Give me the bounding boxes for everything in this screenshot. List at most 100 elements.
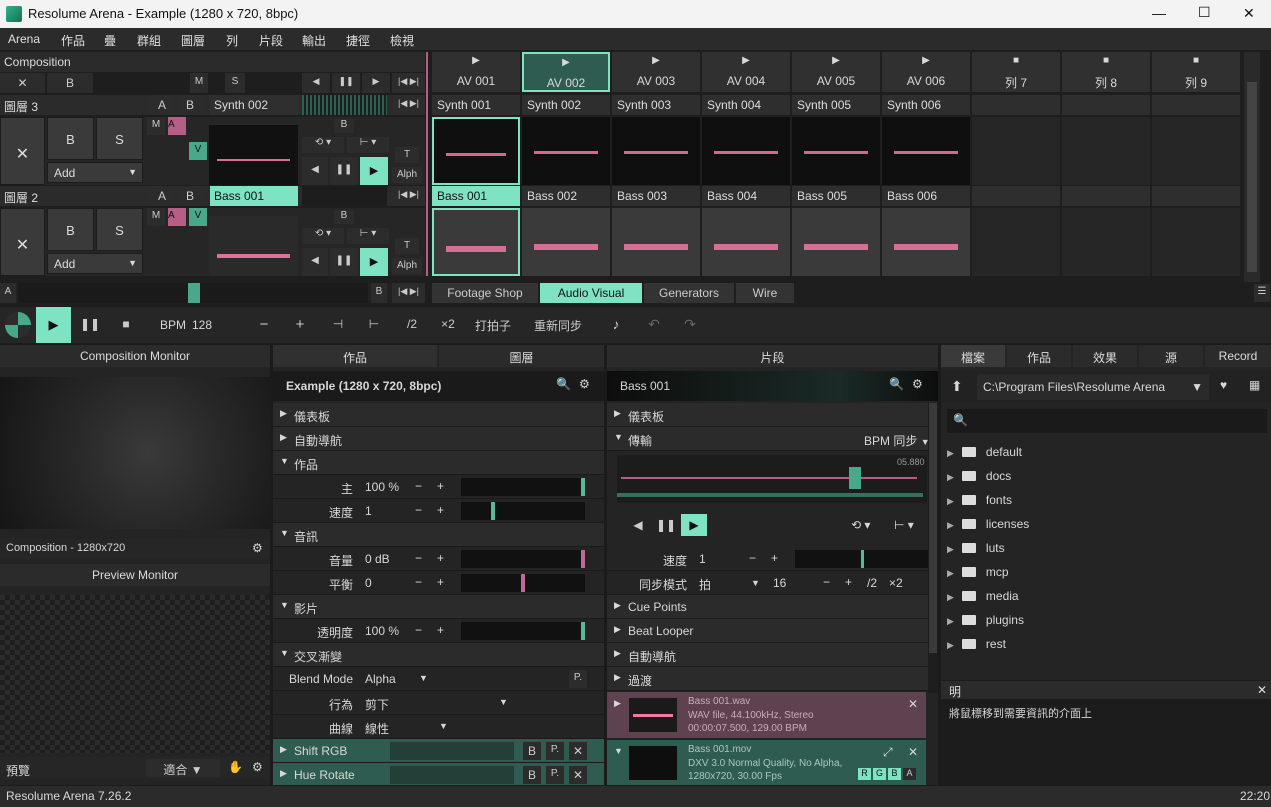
speed-value[interactable]: 1 — [365, 504, 372, 518]
comp-pause-icon[interactable]: ❚❚ — [332, 73, 360, 93]
folder-item[interactable]: ▶ luts — [941, 537, 1271, 561]
section-crossfade[interactable]: ▼ 交叉漸變 — [273, 643, 604, 667]
folder-up-icon[interactable]: ⬆ — [951, 378, 963, 395]
clip-thumbnail[interactable] — [432, 117, 520, 185]
clip-timeline[interactable]: 05.880 — [617, 455, 927, 503]
layer2-t-button[interactable]: T — [395, 238, 419, 254]
empty-clip-slot[interactable] — [1152, 117, 1240, 185]
clip-section-transport[interactable]: ▼ 傳輸 BPM 同步 ▼ — [607, 427, 938, 451]
browser-tab-sources[interactable]: 源 — [1139, 345, 1203, 367]
layer2-active-clip[interactable]: Bass 001 — [210, 186, 298, 206]
empty-clip-slot[interactable] — [972, 208, 1060, 276]
clip-sync-dropdown[interactable]: 拍 ▼ — [699, 576, 761, 593]
menu-clip[interactable]: 片段 — [259, 32, 283, 49]
help-close-icon[interactable]: ✕ — [1257, 683, 1267, 697]
column-header-9[interactable]: ■ 列 9 — [1152, 52, 1240, 92]
effect-hue-rotate-bypass[interactable]: B — [523, 766, 541, 784]
layer3-loop-icon[interactable]: ⟲ ▾ — [302, 137, 344, 153]
clip-beats-value[interactable]: 16 — [773, 576, 786, 590]
channel-a-toggle[interactable]: A — [903, 768, 916, 780]
clip-label[interactable]: Synth 001 — [432, 95, 520, 115]
layer3-b-small[interactable]: B — [334, 119, 354, 133]
deck-tab-generators[interactable]: Generators — [644, 283, 734, 303]
folder-item[interactable]: ▶ default — [941, 441, 1271, 465]
clip-label[interactable]: Bass 004 — [702, 186, 790, 206]
hand-icon[interactable]: ✋ — [228, 760, 243, 774]
crossfader-b-button[interactable]: B — [371, 283, 387, 303]
expand-chevron-icon[interactable]: ▶ — [947, 592, 954, 602]
channel-r-toggle[interactable]: R — [858, 768, 871, 780]
clip-label[interactable] — [972, 186, 1060, 206]
play-column-icon[interactable]: ▶ — [612, 55, 700, 66]
speed-plus[interactable]: + — [437, 503, 444, 517]
speed-slider[interactable] — [461, 502, 585, 520]
clip-label[interactable]: Bass 006 — [882, 186, 970, 206]
column-header-7[interactable]: ■ 列 7 — [972, 52, 1060, 92]
layer2-play-icon[interactable]: ▶ — [360, 248, 388, 276]
channel-g-toggle[interactable]: G — [873, 768, 886, 780]
clip-label[interactable]: Bass 005 — [792, 186, 880, 206]
layer3-t-button[interactable]: T — [395, 147, 419, 163]
undo-icon[interactable]: ↶ — [638, 307, 670, 343]
clip-thumbnail[interactable] — [522, 208, 610, 276]
comp-clear-button[interactable]: ✕ — [0, 73, 45, 93]
clip-beats-plus[interactable]: + — [845, 575, 852, 589]
layer3-add-dropdown[interactable]: Add ▼ — [47, 162, 143, 183]
folder-item[interactable]: ▶ plugins — [941, 609, 1271, 633]
section-audio[interactable]: ▼ 音訊 — [273, 523, 604, 547]
nudge-forward-icon[interactable]: ⊢ — [358, 307, 390, 343]
layer2-video-button[interactable]: V — [189, 208, 207, 226]
clip-section-transition[interactable]: ▶ 過渡 — [607, 667, 928, 691]
clip-play-icon[interactable]: ▶ — [681, 514, 707, 536]
preview-gear-icon[interactable]: ⚙ — [252, 760, 263, 774]
clip-panel-scrollbar[interactable] — [928, 403, 938, 693]
folder-item[interactable]: ▶ rest — [941, 633, 1271, 657]
menu-deck[interactable]: 疊 — [104, 32, 116, 49]
layer3-b-button[interactable]: B — [178, 95, 202, 115]
clip-thumbnail[interactable] — [702, 208, 790, 276]
clip-thumbnail[interactable] — [432, 208, 520, 276]
column-header-8[interactable]: ■ 列 8 — [1062, 52, 1150, 92]
folder-item[interactable]: ▶ media — [941, 585, 1271, 609]
path-dropdown[interactable]: C:\Program Files\Resolume Arena ▼ — [977, 374, 1209, 400]
layer3-bypass-button[interactable]: B — [47, 117, 94, 160]
clip-back-icon[interactable]: ◀ — [625, 514, 651, 536]
section-autopilot[interactable]: ▶ 自動導航 — [273, 427, 604, 451]
video-file-remove-icon[interactable]: ✕ — [908, 745, 918, 759]
deck-tab-footage-shop[interactable]: Footage Shop — [432, 283, 538, 303]
effect-shift-rgb-remove[interactable]: ✕ — [569, 742, 587, 760]
tap-button[interactable]: 打拍子 — [468, 307, 518, 343]
clip-section-cue[interactable]: ▶ Cue Points — [607, 595, 928, 619]
opacity-minus[interactable]: − — [415, 623, 422, 637]
folder-item[interactable]: ▶ fonts — [941, 489, 1271, 513]
master-stop-icon[interactable]: ■ — [109, 307, 143, 343]
expand-chevron-icon[interactable]: ▶ — [947, 616, 954, 626]
layer2-b-button[interactable]: B — [178, 186, 202, 206]
metronome-icon[interactable]: ♪ — [600, 307, 632, 343]
effect-shift-rgb[interactable]: ▶ Shift RGB B P. ✕ — [273, 739, 604, 763]
audio-file-remove-icon[interactable]: ✕ — [908, 697, 918, 711]
layer2-solo-button[interactable]: S — [96, 208, 143, 251]
volume-minus[interactable]: − — [415, 551, 422, 565]
comp-gear-icon[interactable]: ⚙ — [579, 377, 590, 391]
clip-thumbnail[interactable] — [702, 117, 790, 185]
blend-p-button[interactable]: P. — [569, 670, 587, 688]
expand-icon[interactable]: ⤢ — [883, 745, 893, 760]
layer2-add-dropdown[interactable]: Add ▼ — [47, 253, 143, 274]
column-header-1[interactable]: ▶ AV 001 — [432, 52, 520, 92]
crossfader-slider[interactable] — [18, 283, 368, 303]
layer3-direction-icon[interactable]: ⊢ ▾ — [347, 137, 389, 153]
browser-tab-files[interactable]: 檔案 — [941, 345, 1005, 367]
clip-label[interactable]: Synth 005 — [792, 95, 880, 115]
folder-item[interactable]: ▶ mcp — [941, 561, 1271, 585]
menu-output[interactable]: 輸出 — [302, 32, 326, 49]
expand-chevron-icon[interactable]: ▶ — [947, 448, 954, 458]
layer2-direction-icon[interactable]: ⊢ ▾ — [347, 228, 389, 244]
clip-thumbnail[interactable] — [792, 117, 880, 185]
behave-dropdown[interactable]: 剪下 ▼ — [363, 694, 513, 712]
clip-label[interactable]: Bass 003 — [612, 186, 700, 206]
deck-menu-icon[interactable]: ☰ — [1254, 284, 1270, 302]
expand-chevron-icon[interactable]: ▶ — [947, 496, 954, 506]
audio-file-card[interactable]: ▶ Bass 001.wav WAV file, 44.100kHz, Ster… — [607, 692, 926, 738]
clip-thumbnail[interactable] — [522, 117, 610, 185]
